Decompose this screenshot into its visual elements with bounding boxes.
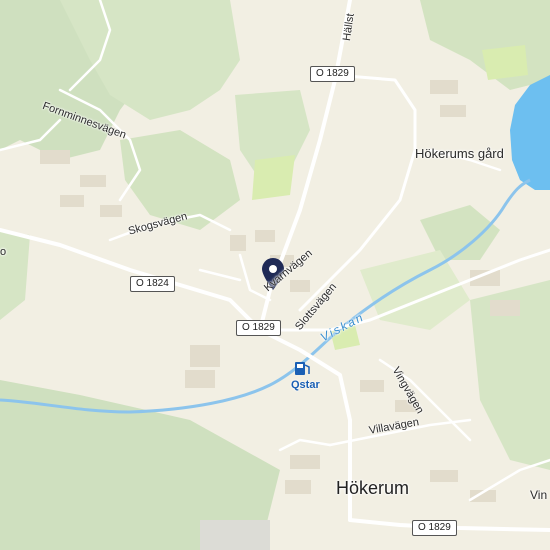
street-label: o: [0, 246, 7, 258]
map-canvas[interactable]: O 1829 O 1824 O 1829 O 1829 Fornminnesvä…: [0, 0, 550, 550]
street-label: Vin: [530, 488, 548, 502]
field: [252, 155, 295, 200]
fuel-station-label[interactable]: Qstar: [291, 379, 320, 391]
town-label: Hökerum: [336, 478, 410, 498]
route-shield: O 1824: [130, 276, 175, 292]
forest-area: [0, 230, 30, 320]
lake: [510, 75, 550, 190]
route-shield: O 1829: [236, 320, 281, 336]
fuel-pump-icon[interactable]: [295, 362, 310, 375]
route-shield: O 1829: [310, 66, 355, 82]
field: [482, 45, 528, 80]
place-label: Hökerums gård: [415, 146, 504, 161]
forest-area: [420, 0, 550, 90]
route-shield: O 1829: [412, 520, 457, 536]
